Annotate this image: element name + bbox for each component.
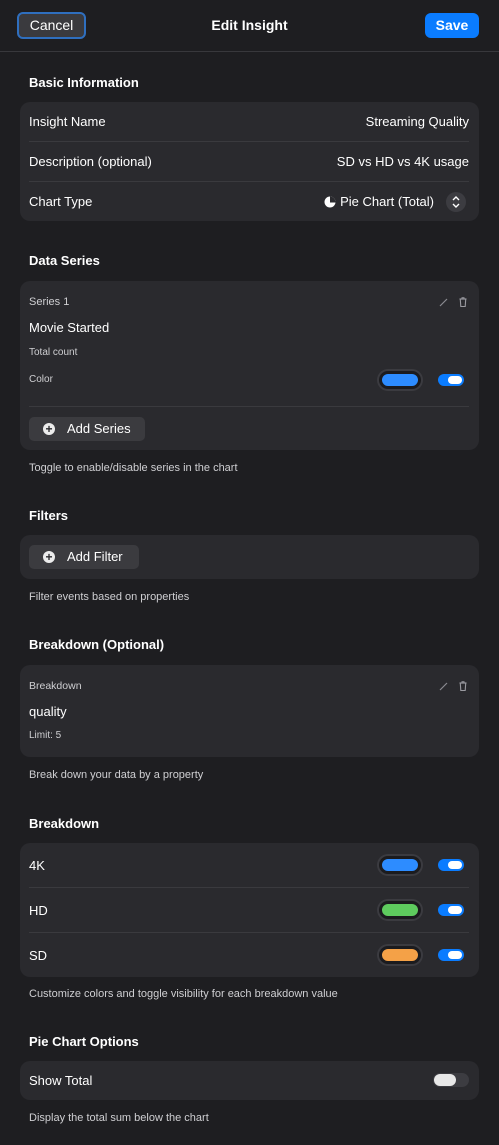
- toggle-knob: [434, 1074, 456, 1086]
- breakdown-item-sd-toggle[interactable]: [438, 949, 464, 961]
- breakdown-header: Breakdown: [29, 680, 82, 692]
- pie-chart-icon: [324, 196, 336, 208]
- chart-type-label: Chart Type: [29, 194, 93, 209]
- filters-card: + Add Filter: [20, 535, 479, 579]
- section-title-basic: Basic Information: [29, 75, 139, 90]
- breakdown-optional-hint: Break down your data by a property: [29, 769, 204, 781]
- breakdown-item-hd-toggle[interactable]: [438, 904, 464, 916]
- basic-info-card: Insight Name Streaming Quality Descripti…: [20, 102, 479, 221]
- edit-icon[interactable]: [438, 680, 450, 692]
- breakdown-hint: Customize colors and toggle visibility f…: [29, 988, 338, 1000]
- section-title-filters: Filters: [29, 508, 69, 523]
- series-color-swatch[interactable]: [379, 371, 421, 389]
- plus-circle-icon: +: [43, 551, 55, 563]
- insight-name-field[interactable]: Streaming Quality: [366, 114, 469, 129]
- section-title-breakdown-optional: Breakdown (Optional): [29, 637, 165, 652]
- section-title-pie-options: Pie Chart Options: [29, 1034, 139, 1049]
- divider: [29, 141, 469, 142]
- description-label: Description (optional): [29, 154, 152, 169]
- breakdown-item-4k-toggle[interactable]: [438, 859, 464, 871]
- chart-type-value: Pie Chart (Total): [340, 194, 434, 209]
- plus-circle-icon: +: [43, 423, 55, 435]
- breakdown-item-hd-label: HD: [29, 903, 48, 918]
- breakdown-limit: Limit: 5: [29, 730, 62, 741]
- chart-type-select[interactable]: Pie Chart (Total): [324, 194, 434, 209]
- divider: [29, 932, 469, 933]
- add-series-button[interactable]: + Add Series: [29, 417, 145, 441]
- add-series-label: Add Series: [67, 421, 131, 436]
- breakdown-property: quality: [29, 704, 67, 719]
- breakdown-values-card: 4K HD SD: [20, 843, 479, 977]
- filters-hint: Filter events based on properties: [29, 591, 190, 603]
- series-enabled-toggle[interactable]: [438, 374, 464, 386]
- pie-options-card: Show Total: [20, 1061, 479, 1100]
- insight-name-label: Insight Name: [29, 114, 106, 129]
- breakdown-item-4k-label: 4K: [29, 858, 45, 873]
- trash-icon[interactable]: [457, 296, 469, 308]
- top-bar: Cancel Edit Insight Save: [0, 0, 499, 52]
- add-filter-button[interactable]: + Add Filter: [29, 545, 139, 569]
- save-button[interactable]: Save: [425, 13, 479, 38]
- show-total-label: Show Total: [29, 1073, 93, 1088]
- data-series-card: Series 1 Movie Started Total count Color…: [20, 281, 479, 450]
- section-title-breakdown: Breakdown: [29, 816, 100, 831]
- divider: [29, 406, 469, 407]
- pie-options-hint: Display the total sum below the chart: [29, 1112, 209, 1124]
- breakdown-item-sd-label: SD: [29, 948, 48, 963]
- trash-icon[interactable]: [457, 680, 469, 692]
- add-filter-label: Add Filter: [67, 549, 123, 564]
- breakdown-item-sd-color-swatch[interactable]: [379, 946, 421, 964]
- series-measure: Total count: [29, 347, 78, 358]
- series-event-name: Movie Started: [29, 320, 110, 335]
- description-field[interactable]: SD vs HD vs 4K usage: [337, 154, 469, 169]
- edit-icon[interactable]: [438, 296, 450, 308]
- chevron-up-down-icon: [452, 196, 460, 208]
- breakdown-property-card: Breakdown quality Limit: 5: [20, 665, 479, 757]
- series-color-label: Color: [29, 374, 53, 385]
- divider: [29, 887, 469, 888]
- section-title-data-series: Data Series: [29, 253, 100, 268]
- breakdown-item-hd-color-swatch[interactable]: [379, 901, 421, 919]
- breakdown-item-4k-color-swatch[interactable]: [379, 856, 421, 874]
- series-header: Series 1: [29, 296, 70, 308]
- chart-type-stepper[interactable]: [446, 192, 466, 212]
- show-total-toggle[interactable]: [433, 1073, 469, 1087]
- divider: [29, 181, 469, 182]
- data-series-hint: Toggle to enable/disable series in the c…: [29, 462, 238, 474]
